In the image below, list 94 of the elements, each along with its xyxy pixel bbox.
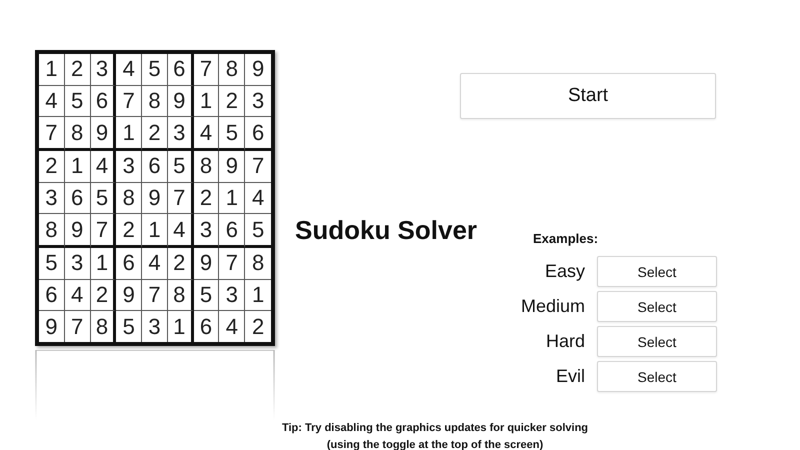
grid-cell: 8 (64, 117, 91, 151)
grid-cell: 2 (116, 214, 142, 248)
grid-cell: 2 (142, 117, 168, 151)
grid-cell: 9 (39, 311, 65, 342)
grid-cell: 3 (142, 311, 168, 342)
grid-cell: 9 (116, 280, 142, 312)
grid-cell: 7 (64, 311, 91, 342)
grid-cell: 6 (116, 248, 142, 280)
grid-cell: 4 (168, 214, 194, 248)
start-button[interactable]: Start (460, 73, 716, 119)
grid-cell: 9 (194, 248, 220, 280)
grid-cell: 4 (142, 248, 168, 280)
select-button[interactable]: Select (597, 291, 717, 322)
grid-cell: 1 (39, 54, 65, 86)
grid-cell: 5 (90, 182, 116, 214)
grid-cell: 5 (194, 280, 220, 312)
grid-cell: 7 (116, 86, 142, 118)
difficulty-label: Easy (544, 261, 585, 282)
grid-cell: 8 (142, 86, 168, 118)
grid-cell: 1 (116, 117, 142, 151)
grid-cell: 9 (90, 117, 116, 151)
grid-cell: 7 (245, 150, 271, 183)
grid-cell: 5 (116, 311, 142, 342)
grid-cell: 6 (64, 182, 91, 214)
grid-cell: 9 (64, 214, 91, 248)
grid-cell: 3 (90, 54, 116, 86)
grid-cell: 4 (116, 54, 142, 86)
grid-cell: 5 (168, 150, 194, 183)
grid-cell: 8 (39, 214, 65, 248)
grid-cell: 1 (90, 248, 116, 280)
grid-cell: 1 (64, 150, 91, 183)
grid-cell: 8 (168, 280, 194, 312)
grid-cell-text: 2 (250, 312, 266, 341)
grid-cell: 8 (245, 248, 271, 280)
grid-cell: 4 (219, 311, 246, 342)
grid-cell: 6 (90, 86, 116, 118)
grid-cell: 6 (194, 311, 220, 342)
grid-cell: 2 (39, 150, 65, 183)
tip-text: (using the toggle at the top of the screen) (326, 438, 544, 450)
grid-cell: 5 (245, 214, 271, 248)
examples-heading: Examples: (533, 231, 600, 246)
grid-cell: 4 (90, 150, 116, 183)
grid-cell: 2 (64, 54, 91, 86)
select-button[interactable]: Select (597, 326, 717, 357)
app-title: Sudoku Solver (295, 214, 478, 246)
grid-cell: 9 (168, 86, 194, 118)
grid-cell: 7 (219, 248, 246, 280)
grid-cell: 6 (39, 280, 65, 312)
tip-text: Tip: Try disabling the graphics updates for quicker solving (280, 421, 590, 436)
grid-cell: 4 (194, 117, 220, 151)
grid-cell: 6 (219, 214, 246, 248)
difficulty-label: Medium (520, 296, 585, 317)
grid-cell: 8 (194, 150, 220, 183)
grid-cell: 1 (168, 311, 194, 342)
grid-cell: 6 (245, 117, 271, 151)
grid-cell: 7 (194, 54, 220, 86)
grid-cell: 6 (168, 54, 194, 86)
grid-cell: 2 (219, 86, 246, 118)
grid-cell: 3 (64, 248, 91, 280)
grid-cell: 3 (168, 117, 194, 151)
grid-cell: 7 (90, 214, 116, 248)
grid-cell: 4 (64, 280, 91, 312)
select-button[interactable]: Select (597, 361, 717, 392)
grid-cell: 7 (39, 117, 65, 151)
grid-cell: 4 (245, 182, 271, 214)
grid-cell: 5 (142, 54, 168, 86)
grid-cell: 2 (168, 248, 194, 280)
grid-cell: 3 (116, 150, 142, 183)
grid-cell: 7 (142, 280, 168, 312)
grid-cell: 8 (219, 54, 246, 86)
grid-cell: 1 (194, 86, 220, 118)
grid-cell: 3 (194, 214, 220, 248)
difficulty-label: Evil (554, 366, 585, 387)
grid-cell: 3 (245, 86, 271, 118)
grid-cell: 5 (219, 117, 246, 151)
grid-cell: 2 (194, 182, 220, 214)
grid-cell: 9 (142, 182, 168, 214)
difficulty-label: Hard (544, 331, 585, 352)
grid-cell: 1 (245, 280, 271, 312)
grid-cell: 5 (39, 248, 65, 280)
grid-cell: 6 (142, 150, 168, 183)
grid-cell: 3 (39, 182, 65, 214)
grid-cell: 8 (116, 182, 142, 214)
grid-cell: 2 (90, 280, 116, 312)
grid-cell: 1 (142, 214, 168, 248)
grid-cell: 8 (90, 311, 116, 342)
grid-cell: 1 (219, 182, 246, 214)
grid-cell: 4 (39, 86, 65, 118)
grid-cell: 7 (168, 182, 194, 214)
select-button[interactable]: Select (597, 256, 717, 287)
grid-cell: 3 (219, 280, 246, 312)
grid-cell: 9 (245, 54, 271, 86)
grid-cell: 5 (64, 86, 91, 118)
grid-cell: 9 (219, 150, 246, 183)
